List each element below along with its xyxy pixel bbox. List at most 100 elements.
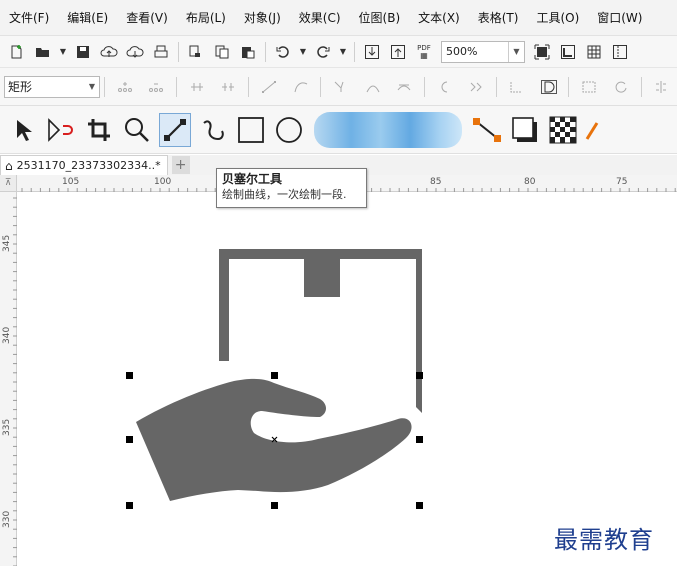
cut-icon[interactable] [185, 41, 207, 63]
dropdown-arrow-icon[interactable]: ▼ [58, 41, 68, 63]
pick-tool-icon[interactable] [7, 113, 39, 147]
to-curve-icon[interactable] [291, 77, 311, 97]
tooltip-description: 绘制曲线，一次绘制一段. [222, 188, 347, 201]
separator [496, 76, 498, 97]
handle-middle-right[interactable] [416, 436, 423, 443]
standard-toolbar: ▼ ▼ ▼ PDF ▦ 500% ▼ [0, 36, 677, 68]
menu-table[interactable]: 表格(T) [469, 0, 528, 36]
menu-bar: 文件(F) 编辑(E) 查看(V) 布局(L) 对象(J) 效果(C) 位图(B… [0, 0, 677, 36]
new-document-icon[interactable] [6, 41, 28, 63]
menu-object[interactable]: 对象(J) [235, 0, 290, 36]
publish-pdf-icon[interactable]: PDF ▦ [413, 41, 435, 63]
artistic-media-tool-icon[interactable] [197, 113, 229, 147]
drawing-canvas[interactable] [18, 193, 677, 566]
bezier-tool-icon[interactable] [159, 112, 191, 147]
to-line-icon[interactable] [259, 77, 279, 97]
smooth-node-icon[interactable] [363, 77, 383, 97]
close-curve-icon[interactable] [539, 77, 559, 97]
separator [354, 41, 355, 62]
object-type-select[interactable]: 矩形 ▼ [4, 75, 100, 98]
handle-bottom-left[interactable] [126, 502, 133, 509]
extend-curve-icon[interactable] [467, 77, 487, 97]
break-curve-icon[interactable] [219, 77, 239, 97]
menu-edit[interactable]: 编辑(E) [58, 0, 117, 36]
cloud-download-icon[interactable] [124, 41, 146, 63]
handle-middle-left[interactable] [126, 436, 133, 443]
menu-file[interactable]: 文件(F) [0, 0, 58, 36]
copy-icon[interactable] [211, 41, 233, 63]
drop-shadow-tool-icon[interactable] [509, 113, 541, 147]
full-screen-icon[interactable] [531, 41, 553, 63]
export-icon[interactable] [387, 41, 409, 63]
document-tab-label: 2531170_23373302334..* [16, 159, 161, 172]
undo-icon[interactable] [272, 41, 294, 63]
print-icon[interactable] [150, 41, 172, 63]
ellipse-tool-icon[interactable] [273, 113, 305, 147]
menu-window[interactable]: 窗口(W) [588, 0, 651, 36]
delete-node-icon[interactable] [147, 77, 167, 97]
reverse-direction-icon[interactable] [435, 77, 455, 97]
separator [424, 76, 426, 97]
transparency-tool-icon[interactable] [547, 113, 579, 147]
zoom-level-combo[interactable]: 500% ▼ [441, 40, 525, 63]
handle-bottom-right[interactable] [416, 502, 423, 509]
blurred-tools-region [314, 111, 462, 148]
document-tab[interactable]: ⌂ 2531170_23373302334..* [0, 155, 168, 175]
vertical-ruler[interactable]: 345 340 335 330 [0, 192, 17, 566]
ruler-tick-label: 100 [154, 177, 172, 187]
separator [248, 76, 250, 97]
separator [568, 76, 570, 97]
eyedropper-tool-icon[interactable] [585, 113, 599, 147]
save-icon[interactable] [72, 41, 94, 63]
tooltip-title: 贝塞尔工具 [222, 172, 283, 186]
cloud-upload-icon[interactable] [98, 41, 120, 63]
align-nodes-icon[interactable] [652, 77, 672, 97]
grid-icon[interactable] [583, 41, 605, 63]
handle-top-middle[interactable] [271, 372, 278, 379]
cusp-node-icon[interactable] [331, 77, 351, 97]
bezier-tool-tooltip: 贝塞尔工具 绘制曲线，一次绘制一段. [216, 168, 367, 208]
crop-tool-icon[interactable] [83, 113, 115, 147]
ruler-tick-label: 85 [430, 177, 442, 187]
zoom-level-value: 500% [446, 45, 478, 58]
ruler-origin[interactable]: ⊼ [0, 175, 17, 192]
menu-effects[interactable]: 效果(C) [290, 0, 350, 36]
dropdown-arrow-icon[interactable]: ▼ [338, 41, 348, 63]
zoom-tool-icon[interactable] [121, 113, 153, 147]
add-tab-icon[interactable]: + [171, 156, 190, 174]
chevron-down-icon[interactable]: ▼ [85, 82, 99, 91]
ruler-tick-label: 75 [616, 177, 628, 187]
ruler-tick-label: 345 [2, 234, 12, 252]
rulers-icon[interactable] [557, 41, 579, 63]
menu-layout[interactable]: 布局(L) [177, 0, 235, 36]
redo-icon[interactable] [312, 41, 334, 63]
menu-text[interactable]: 文本(X) [409, 0, 469, 36]
join-nodes-icon[interactable] [187, 77, 207, 97]
menu-view[interactable]: 查看(V) [117, 0, 177, 36]
paste-icon[interactable] [237, 41, 259, 63]
ruler-tick-label: 330 [2, 510, 12, 528]
reflect-nodes-icon[interactable] [579, 77, 599, 97]
separator [265, 41, 266, 62]
connector-tool-icon[interactable] [471, 113, 503, 147]
handle-top-left[interactable] [126, 372, 133, 379]
rotate-nodes-icon[interactable] [611, 77, 631, 97]
home-icon[interactable]: ⌂ [5, 159, 13, 173]
ruler-tick-label: 105 [62, 177, 80, 187]
rectangle-tool-icon[interactable] [235, 113, 267, 147]
toolbox [0, 106, 677, 154]
separator [640, 76, 642, 97]
chevron-down-icon[interactable]: ▼ [508, 41, 524, 62]
menu-bitmaps[interactable]: 位图(B) [350, 0, 410, 36]
symmetric-node-icon[interactable] [395, 77, 415, 97]
add-node-icon[interactable] [115, 77, 135, 97]
shape-tool-icon[interactable] [45, 113, 77, 147]
menu-tools[interactable]: 工具(O) [527, 0, 588, 36]
guidelines-icon[interactable] [609, 41, 631, 63]
open-folder-icon[interactable] [32, 41, 54, 63]
handle-top-right[interactable] [416, 372, 423, 379]
handle-bottom-middle[interactable] [271, 502, 278, 509]
extract-subpath-icon[interactable] [507, 77, 527, 97]
dropdown-arrow-icon[interactable]: ▼ [298, 41, 308, 63]
import-icon[interactable] [361, 41, 383, 63]
